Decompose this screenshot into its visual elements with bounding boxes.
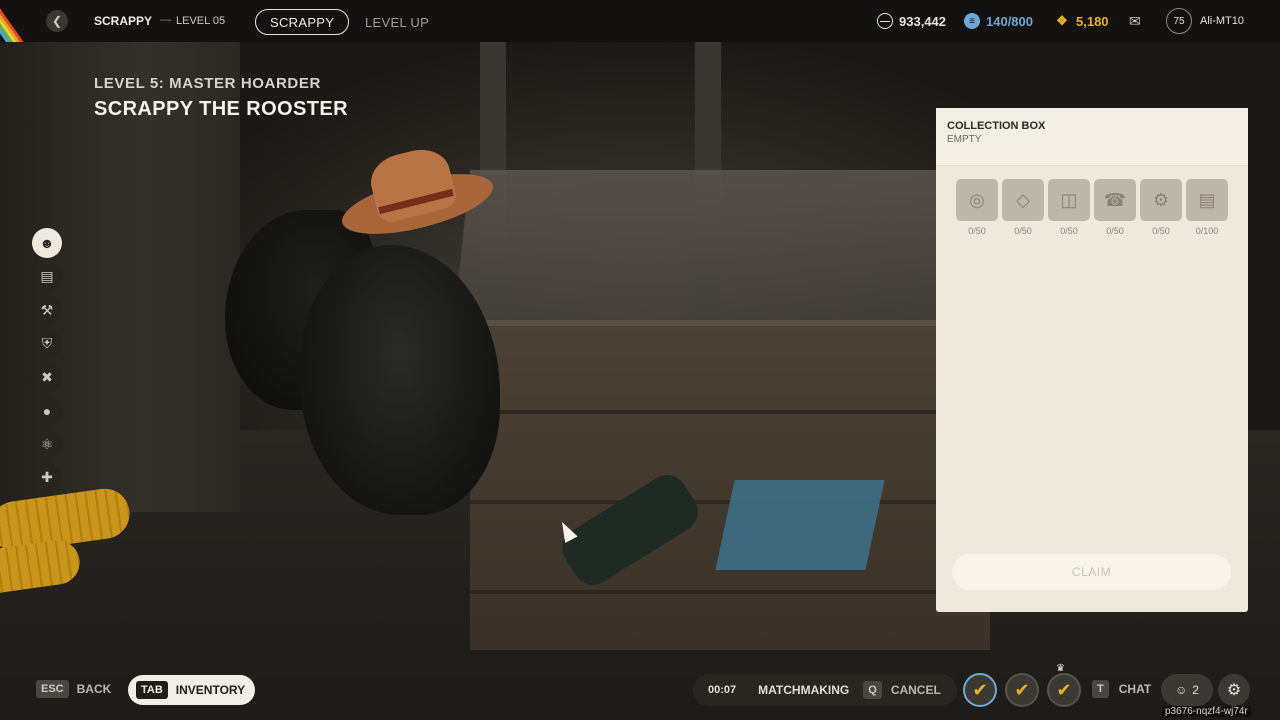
bench-icon[interactable]: ▤ — [32, 261, 62, 292]
toolbox — [715, 480, 885, 570]
crown-icon: ♛ — [1056, 663, 1065, 674]
collection-slot[interactable]: ◫ 0/50 — [1048, 179, 1090, 236]
coins-value: 933,442 — [899, 13, 946, 29]
party-member-ready-icon[interactable]: ✔ — [1005, 673, 1039, 707]
collection-slot[interactable]: ⚙ 0/50 — [1140, 179, 1182, 236]
crate — [470, 320, 990, 650]
slot-count: 0/50 — [1152, 226, 1170, 236]
matchmaking-label: MATCHMAKING — [758, 683, 850, 697]
slot-count: 0/50 — [1014, 226, 1032, 236]
tab-scrappy[interactable]: SCRAPPY — [255, 9, 350, 35]
back-icon[interactable]: ❮ — [46, 10, 68, 32]
crate-plank — [470, 410, 990, 414]
collection-slot[interactable]: ▤ 0/100 — [1186, 179, 1228, 236]
friends-button[interactable]: ☺ 2 — [1161, 674, 1213, 706]
mail-icon[interactable]: ✉ — [1129, 14, 1147, 28]
grenade-icon[interactable]: ● — [32, 395, 62, 426]
medkit-icon[interactable]: ✚ — [32, 462, 62, 493]
breadcrumb-trader: SCRAPPY — [94, 14, 153, 28]
stash-icon: ≡ — [964, 13, 980, 29]
tokens-value: 5,180 — [1076, 13, 1109, 29]
party-leader-ready-icon[interactable]: ✔ — [1047, 673, 1081, 707]
player-level-badge[interactable]: 75 — [1166, 8, 1192, 34]
tab-key: TAB — [136, 681, 168, 699]
level-title: LEVEL 5: MASTER HOARDER — [94, 75, 321, 92]
party-member-ready-icon[interactable]: ✔ — [963, 673, 997, 707]
collection-slots: ◎ 0/50 ◇ 0/50 ◫ 0/50 ☎ 0/50 ⚙ 0/50 ▤ 0/1… — [956, 179, 1228, 236]
paper-icon: ▤ — [1186, 179, 1228, 221]
matchmaking-pill: 00:07 MATCHMAKING Q CANCEL — [693, 674, 957, 706]
tools-icon[interactable]: ✖ — [32, 362, 62, 392]
collection-slot[interactable]: ☎ 0/50 — [1094, 179, 1136, 236]
coin-icon: ― — [877, 13, 893, 29]
friends-count: 2 — [1192, 683, 1199, 697]
session-id: p3676-nqzf4-wj74r — [1162, 706, 1251, 717]
stash-value: 140/800 — [986, 13, 1033, 29]
q-key[interactable]: Q — [863, 681, 882, 699]
breadcrumb-separator: — — [160, 14, 171, 26]
t-key: T — [1092, 680, 1109, 698]
esc-key: ESC — [36, 680, 69, 698]
friends-icon: ☺ — [1175, 683, 1188, 697]
coins-stat: ― 933,442 — [877, 13, 946, 29]
inventory-label: INVENTORY — [175, 683, 246, 697]
gear-icon[interactable]: ⚙ — [1218, 674, 1250, 706]
category-rail: ☻ ▤ ⚒ ⛨ ✖ ● ⚛ ✚ — [32, 228, 62, 496]
matchmaking-timer: 00:07 — [708, 684, 737, 696]
username[interactable]: Ali-MT10 — [1200, 15, 1244, 27]
metal-parts-icon: ⚙ — [1140, 179, 1182, 221]
phone-icon: ☎ — [1094, 179, 1136, 221]
slot-count: 0/100 — [1195, 226, 1219, 236]
top-bar: ❮ SCRAPPY — LEVEL 05 SCRAPPY LEVEL UP ― … — [0, 0, 1280, 42]
collection-slot[interactable]: ◇ 0/50 — [1002, 179, 1044, 236]
collection-slot[interactable]: ◎ 0/50 — [956, 179, 998, 236]
chat-action[interactable]: T CHAT — [1092, 680, 1151, 698]
breadcrumb-level: LEVEL 05 — [176, 15, 226, 27]
rainbow-stripe — [0, 0, 46, 42]
stash-stat: ≡ 140/800 — [964, 13, 1033, 29]
rooster-icon[interactable]: ☻ — [32, 228, 62, 258]
collection-box-panel: COLLECTION BOX EMPTY ◎ 0/50 ◇ 0/50 ◫ 0/5… — [936, 108, 1248, 612]
slot-count: 0/50 — [1106, 226, 1124, 236]
workshop-icon[interactable]: ⚒ — [32, 295, 62, 325]
claim-button[interactable]: CLAIM — [952, 554, 1231, 590]
raider-token-icon: ❖ — [1056, 13, 1068, 28]
tokens-stat: ❖ 5,180 — [1054, 13, 1109, 29]
chat-label: CHAT — [1118, 682, 1152, 696]
inventory-button[interactable]: TAB INVENTORY — [128, 675, 256, 705]
back-action[interactable]: ESC BACK — [36, 680, 111, 698]
shield-icon[interactable]: ⛨ — [32, 328, 62, 359]
fabric-icon: ◇ — [1002, 179, 1044, 221]
atom-icon[interactable]: ⚛ — [32, 429, 62, 459]
panel-header: COLLECTION BOX EMPTY — [936, 108, 1248, 166]
cancel-matchmaking-button[interactable]: CANCEL — [891, 683, 941, 697]
crate-plank — [470, 590, 990, 594]
slot-count: 0/50 — [968, 226, 986, 236]
panel-status: EMPTY — [947, 134, 982, 145]
tab-level-up[interactable]: LEVEL UP — [351, 9, 443, 35]
back-label: BACK — [76, 682, 112, 696]
jar-icon: ◫ — [1048, 179, 1090, 221]
trader-name: SCRAPPY THE ROOSTER — [94, 98, 348, 120]
slot-count: 0/50 — [1060, 226, 1078, 236]
coil-icon: ◎ — [956, 179, 998, 221]
panel-title: COLLECTION BOX — [947, 120, 1046, 132]
